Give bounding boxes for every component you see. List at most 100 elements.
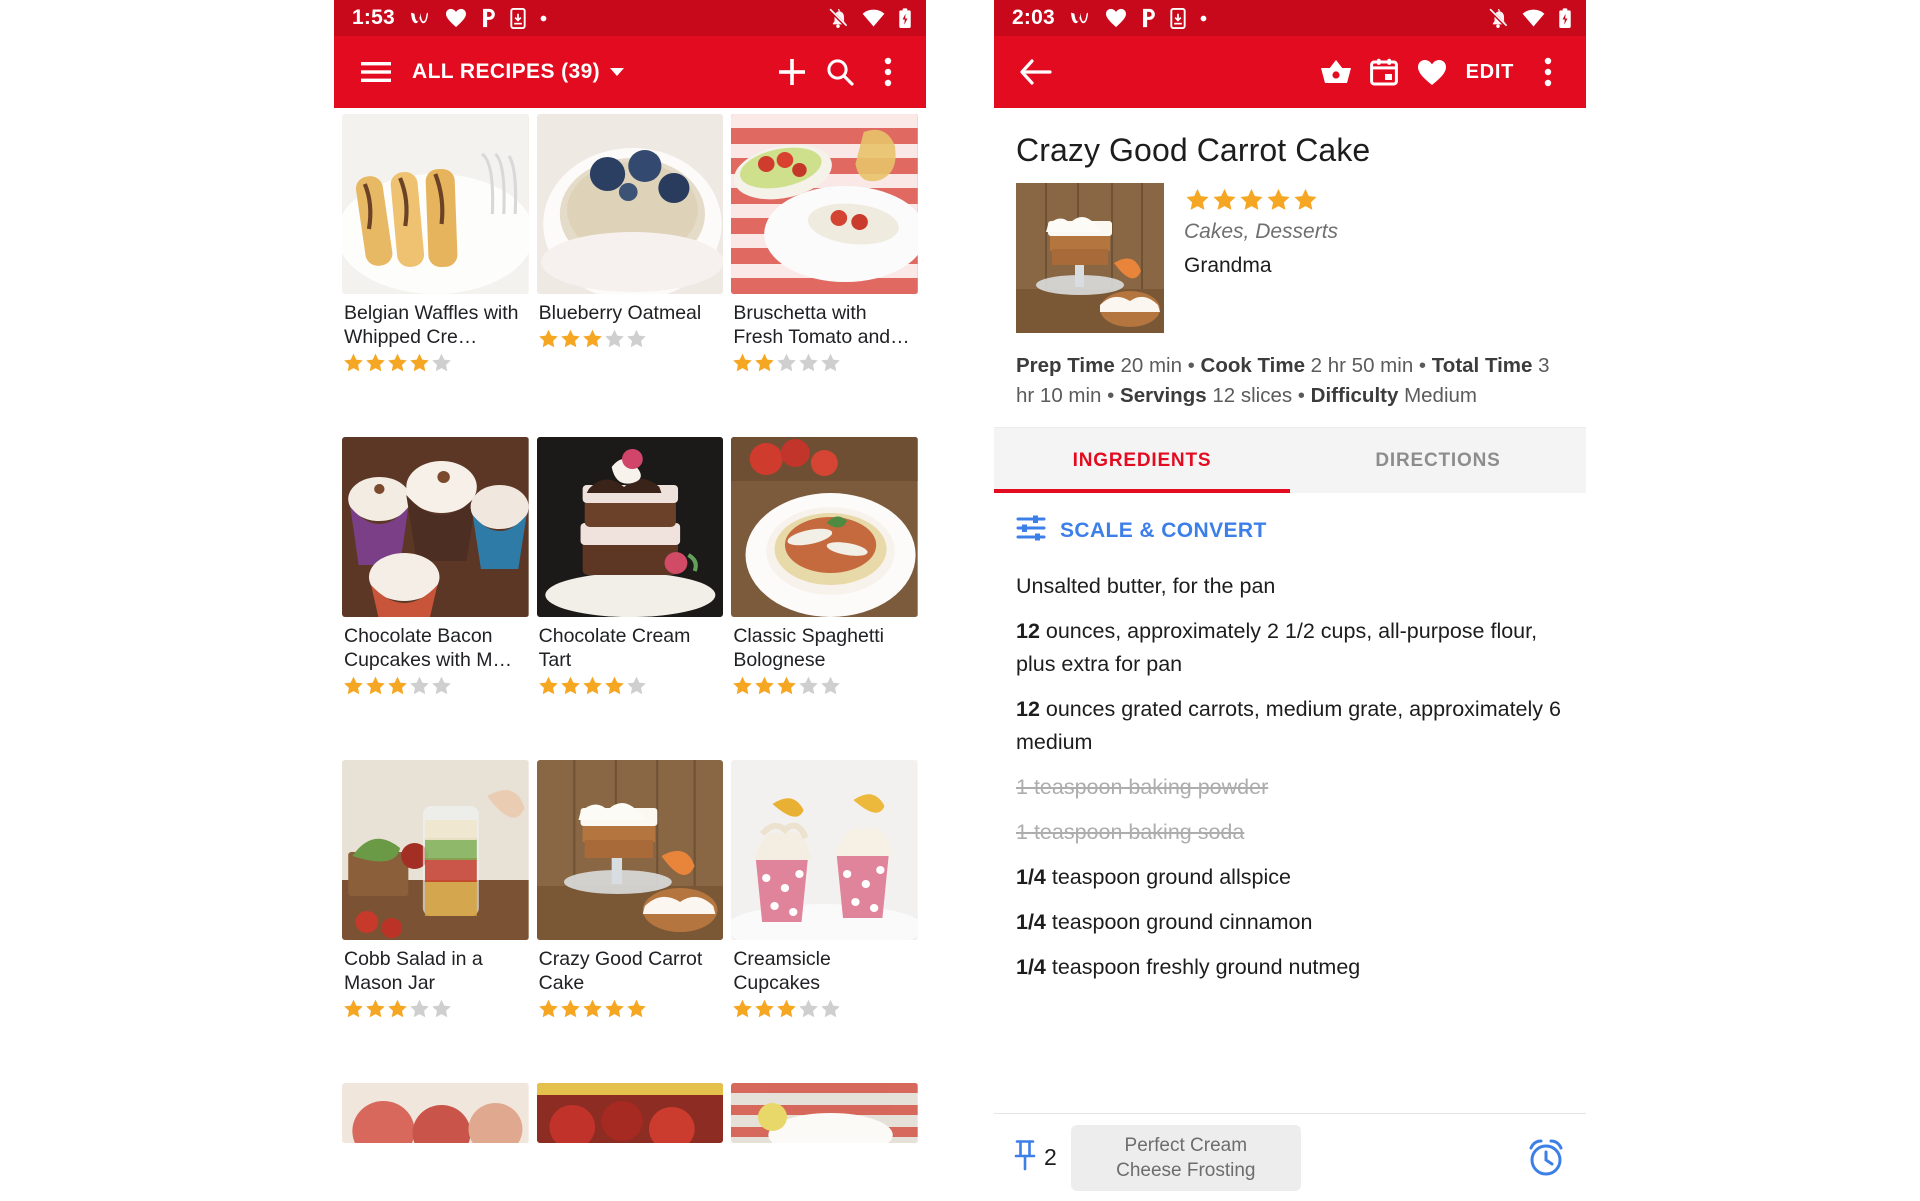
recipe-summary: Cakes, Desserts Grandma — [994, 183, 1586, 333]
rating-stars — [537, 675, 724, 696]
recipe-filter-dropdown[interactable]: ALL RECIPES (39) — [412, 60, 625, 84]
ingredient-item[interactable]: 1 teaspoon baking soda — [1016, 810, 1564, 855]
recipe-title: Cobb Salad in a Mason Jar — [344, 948, 483, 994]
list-item[interactable] — [731, 1083, 918, 1201]
rating-stars — [342, 352, 529, 373]
status-bar-system-icons — [827, 7, 912, 29]
status-bar-system-icons — [1487, 7, 1572, 29]
app-bar-right: EDIT — [994, 36, 1586, 108]
status-bar-time: 1:53 — [352, 6, 395, 29]
recipe-thumbnail — [342, 114, 529, 294]
rating-stars — [1184, 187, 1338, 212]
dot-icon — [539, 14, 548, 23]
app-bar-title: ALL RECIPES (39) — [412, 60, 601, 83]
status-bar-left: 1:53 — [334, 0, 926, 36]
list-item[interactable]: Bruschetta with Fresh Tomato and… — [731, 114, 918, 431]
recipe-title: Chocolate Cream Tart — [538, 625, 691, 671]
ingredients-list: Unsalted butter, for the pan 12 ounces, a… — [994, 560, 1586, 990]
more-vert-icon[interactable] — [1524, 48, 1572, 96]
tab-ingredients[interactable]: INGREDIENTS — [994, 428, 1290, 493]
scale-and-convert-label: SCALE & CONVERT — [1060, 518, 1267, 542]
rating-stars — [537, 328, 724, 349]
edit-button[interactable]: EDIT — [1456, 61, 1524, 84]
pinned-recipes-button[interactable]: 2 — [1014, 1139, 1057, 1176]
recipe-author: Grandma — [1184, 254, 1272, 277]
recipe-list-screen: 1:53 ALL RECIPES (39) Belgian Waffles wi… — [334, 0, 926, 1201]
ingredient-item[interactable]: 1/4 teaspoon freshly ground nutmeg — [1016, 945, 1564, 990]
recipe-title: Bruschetta with Fresh Tomato and… — [733, 302, 910, 348]
detail-tabs: INGREDIENTS DIRECTIONS — [994, 427, 1586, 493]
recipe-detail-screen: 2:03 EDIT Crazy Good Carrot Cake Cakes, … — [994, 0, 1586, 1201]
recipe-hero-image[interactable] — [1016, 183, 1164, 333]
w-app-icon — [1069, 9, 1092, 28]
tab-directions[interactable]: DIRECTIONS — [1290, 428, 1586, 493]
rating-stars — [342, 998, 529, 1019]
phone-download-icon — [510, 7, 526, 29]
phone-download-icon — [1170, 7, 1186, 29]
list-item[interactable] — [536, 1083, 724, 1201]
chevron-down-icon — [610, 68, 625, 76]
recipe-thumbnail — [342, 437, 529, 617]
list-item[interactable]: Belgian Waffles with Whipped Cre… — [342, 114, 529, 431]
recipe-title: Chocolate Bacon Cupcakes with M… — [344, 625, 512, 671]
status-bar-time: 2:03 — [1012, 6, 1055, 29]
shopping-basket-icon[interactable] — [1312, 48, 1360, 96]
list-item[interactable] — [342, 1083, 529, 1201]
recipe-title: Classic Spaghetti Bolognese — [733, 625, 884, 671]
list-item[interactable]: Blueberry Oatmeal — [536, 114, 724, 431]
ingredient-item[interactable]: 1 teaspoon baking powder — [1016, 765, 1564, 810]
recipe-title: Creamsicle Cupcakes — [733, 948, 831, 994]
search-icon[interactable] — [816, 48, 864, 96]
recipe-thumbnail — [342, 760, 529, 940]
recipe-title: Blueberry Oatmeal — [538, 302, 702, 324]
status-bar-right: 2:03 — [994, 0, 1586, 36]
linked-recipe-chip[interactable]: Perfect Cream Cheese Frosting — [1070, 1124, 1301, 1191]
battery-icon — [1558, 7, 1572, 29]
recipe-thumbnail — [536, 437, 724, 617]
add-recipe-button[interactable] — [768, 48, 816, 96]
ingredient-item[interactable]: 1/4 teaspoon ground allspice — [1016, 855, 1564, 900]
scale-and-convert-button[interactable]: SCALE & CONVERT — [994, 493, 1586, 560]
recipe-thumbnail — [731, 114, 918, 294]
more-vert-icon[interactable] — [864, 48, 912, 96]
calendar-icon[interactable] — [1360, 48, 1408, 96]
recipe-meta-block: Cakes, Desserts Grandma — [1184, 183, 1338, 333]
list-item[interactable]: Chocolate Bacon Cupcakes with M… — [342, 437, 529, 754]
ingredient-item[interactable]: Unsalted butter, for the pan — [1016, 564, 1564, 609]
alarm-clock-icon[interactable] — [1526, 1138, 1566, 1178]
p-app-icon — [480, 8, 497, 28]
rating-stars — [731, 998, 918, 1019]
ingredient-item[interactable]: 1/4 teaspoon ground cinnamon — [1016, 900, 1564, 945]
heart-icon — [1105, 8, 1127, 28]
recipe-categories: Cakes, Desserts — [1184, 220, 1339, 243]
pin-icon — [1014, 1139, 1036, 1176]
recipe-times: Prep Time 20 min • Cook Time 2 hr 50 min… — [1016, 354, 1550, 407]
recipe-detail-body: Crazy Good Carrot Cake Cakes, Desserts G… — [994, 108, 1586, 1201]
recipe-thumbnail — [731, 760, 918, 940]
recipe-thumbnail — [731, 437, 918, 617]
content-fade — [994, 1095, 1586, 1113]
hamburger-menu-icon[interactable] — [352, 48, 400, 96]
ingredient-item[interactable]: 12 ounces grated carrots, medium grate, … — [1016, 687, 1564, 765]
list-item[interactable]: Crazy Good Carrot Cake — [536, 760, 724, 1077]
wifi-icon — [1522, 9, 1545, 27]
rating-stars — [342, 675, 529, 696]
list-item[interactable]: Cobb Salad in a Mason Jar — [342, 760, 529, 1077]
battery-icon — [898, 7, 912, 29]
favorite-heart-icon[interactable] — [1408, 48, 1456, 96]
pin-count: 2 — [1044, 1144, 1057, 1170]
bottom-bar: 2 Perfect Cream Cheese Frosting — [994, 1113, 1586, 1201]
recipe-thumbnail — [536, 114, 724, 294]
ingredient-item[interactable]: 12 ounces, approximately 2 1/2 cups, all… — [1016, 609, 1564, 687]
rating-stars — [731, 675, 918, 696]
list-item[interactable]: Classic Spaghetti Bolognese — [731, 437, 918, 754]
w-app-icon — [409, 9, 432, 28]
arrow-back-icon[interactable] — [1012, 48, 1060, 96]
list-item[interactable]: Chocolate Cream Tart — [536, 437, 724, 754]
list-item[interactable]: Creamsicle Cupcakes — [731, 760, 918, 1077]
status-bar-notification-icons — [1069, 7, 1208, 29]
recipe-thumbnail — [536, 760, 724, 940]
recipe-title: Crazy Good Carrot Cake — [538, 948, 703, 994]
app-bar-left: ALL RECIPES (39) — [334, 36, 926, 108]
dot-icon — [1199, 14, 1208, 23]
